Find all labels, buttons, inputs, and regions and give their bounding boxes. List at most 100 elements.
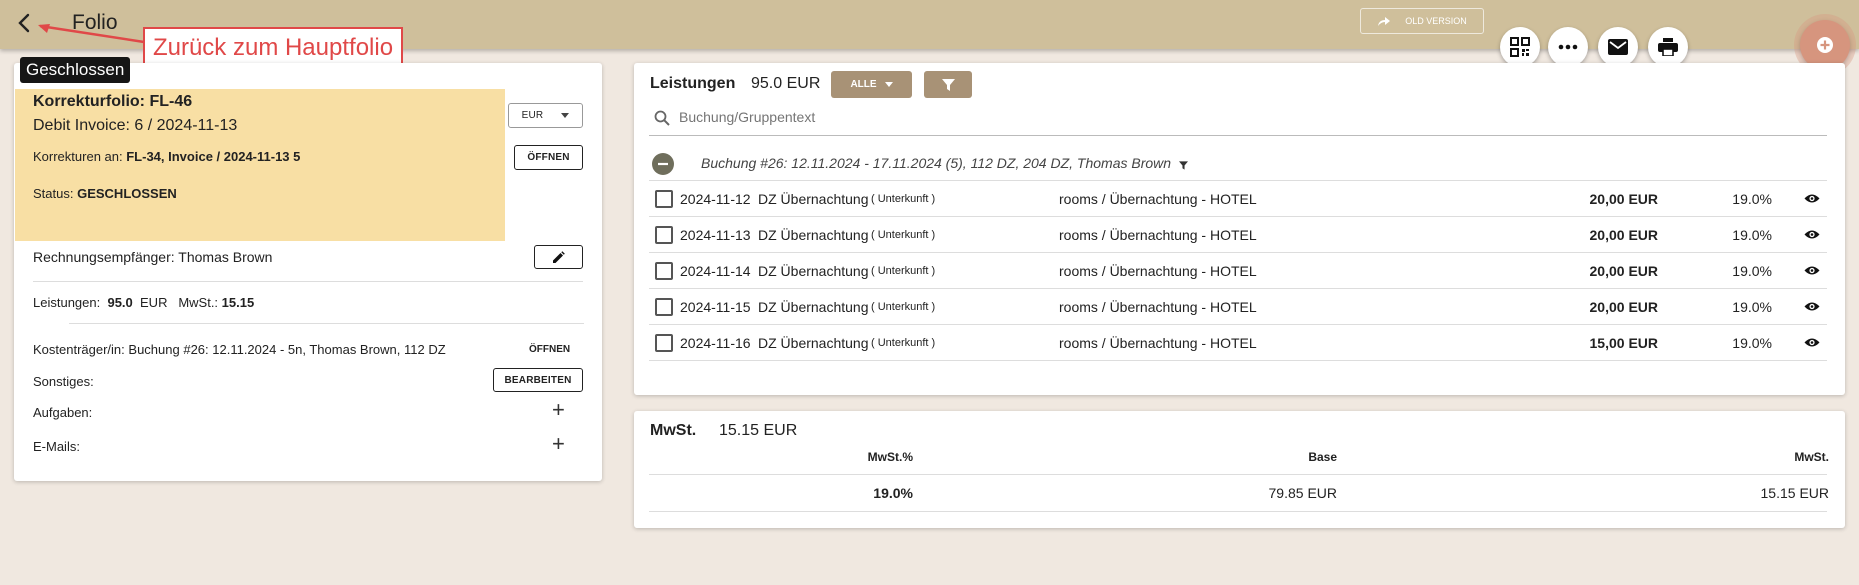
search-field[interactable] — [649, 98, 1827, 136]
services-card: Leistungen 95.0 EUR ALLE Buchung #26: 12… — [634, 63, 1845, 395]
services-summary: Leistungen: 95.0 EUR MwSt.: 15.15 — [33, 295, 254, 310]
add-task-icon[interactable]: + — [552, 397, 565, 423]
vat-total: 15.15 EUR — [719, 422, 798, 439]
row-vat: 19.0% — [1732, 191, 1772, 207]
mail-button[interactable] — [1598, 27, 1638, 67]
folio-title: Korrekturfolio: FL-46 — [33, 93, 193, 110]
recipient-label: Rechnungsempfänger: — [33, 249, 175, 265]
row-account: rooms / Übernachtung - HOTEL — [1059, 335, 1257, 351]
row-service-tag: ( Unterkunft ) — [871, 229, 936, 241]
recipient-row: Rechnungsempfänger: Thomas Brown — [33, 249, 272, 265]
row-account: rooms / Übernachtung - HOTEL — [1059, 191, 1257, 207]
cost-bearer-row: Kostenträger/in: Buchung #26: 12.11.2024… — [33, 342, 446, 357]
caret-down-icon — [884, 82, 893, 87]
status-label: Status: — [33, 186, 74, 201]
corrections-value: FL-34, Invoice / 2024-11-13 5 — [126, 149, 301, 164]
visibility-icon[interactable] — [1804, 193, 1820, 204]
cost-bearer-value: Buchung #26: 12.11.2024 - 5n, Thomas Bro… — [128, 342, 446, 357]
service-row[interactable]: 2024-11-13 DZ Übernachtung( Unterkunft ) r… — [649, 217, 1827, 253]
divider — [649, 474, 1827, 475]
more-button[interactable] — [1548, 27, 1588, 67]
vat-card: MwSt. 15.15 EUR MwSt.% Base MwSt. 19.0% … — [634, 411, 1845, 528]
filter-button[interactable] — [924, 71, 972, 98]
row-checkbox[interactable] — [655, 262, 673, 280]
edit-misc-button[interactable]: BEARBEITEN — [493, 368, 583, 392]
services-total: 95.0 EUR — [751, 75, 821, 92]
add-icon — [1817, 37, 1833, 53]
status-row: Status: GESCHLOSSEN — [33, 186, 177, 201]
service-row[interactable]: 2024-11-16 DZ Übernachtung( Unterkunft ) r… — [649, 325, 1827, 361]
open-invoice-button[interactable]: ÖFFNEN — [514, 145, 583, 170]
row-service-tag: ( Unterkunft ) — [871, 301, 936, 313]
folio-summary-card: Korrekturfolio: FL-46 Debit Invoice: 6 /… — [14, 63, 602, 481]
visibility-icon[interactable] — [1804, 229, 1820, 240]
visibility-icon[interactable] — [1804, 301, 1820, 312]
vat-title: MwSt. — [650, 422, 697, 439]
filter-all-dropdown[interactable]: ALLE — [831, 71, 912, 98]
cost-bearer-open-link[interactable]: ÖFFNEN — [529, 344, 570, 355]
row-service-name: DZ Übernachtung — [758, 299, 869, 315]
row-amount: 20,00 EUR — [1589, 191, 1658, 207]
divider — [649, 511, 1827, 512]
row-amount: 20,00 EUR — [1589, 227, 1658, 243]
booking-group-header[interactable]: Buchung #26: 12.11.2024 - 17.11.2024 (5)… — [649, 147, 1827, 181]
row-date: 2024-11-15 — [680, 299, 751, 315]
booking-group-label: Buchung #26: 12.11.2024 - 17.11.2024 (5)… — [701, 155, 1172, 171]
print-button[interactable] — [1648, 27, 1688, 67]
divider — [33, 281, 583, 282]
row-account: rooms / Übernachtung - HOTEL — [1059, 263, 1257, 279]
row-checkbox[interactable] — [655, 226, 673, 244]
currency-value: EUR — [521, 110, 544, 121]
filter-icon[interactable] — [1179, 161, 1188, 170]
service-row[interactable]: 2024-11-15 DZ Übernachtung( Unterkunft ) r… — [649, 289, 1827, 325]
service-row[interactable]: 2024-11-12 DZ Übernachtung( Unterkunft ) r… — [649, 181, 1827, 217]
search-input[interactable] — [679, 104, 1279, 130]
row-amount: 20,00 EUR — [1589, 299, 1658, 315]
mail-icon — [1608, 39, 1628, 55]
edit-recipient-button[interactable] — [534, 245, 583, 269]
row-service-name: DZ Übernachtung — [758, 227, 869, 243]
row-service-tag: ( Unterkunft ) — [871, 265, 936, 277]
services-value: 95.0 — [107, 295, 133, 310]
search-icon — [654, 110, 670, 126]
row-vat: 19.0% — [1732, 335, 1772, 351]
vat-amount-header: MwSt. — [1794, 450, 1829, 464]
row-vat: 19.0% — [1732, 227, 1772, 243]
row-checkbox[interactable] — [655, 334, 673, 352]
folio-header-panel — [15, 89, 505, 241]
collapse-icon[interactable] — [651, 152, 675, 176]
vat-label: MwSt.: — [178, 295, 219, 310]
vat-value: 15.15 — [221, 295, 255, 310]
services-title: Leistungen — [650, 75, 736, 92]
filter-icon — [941, 78, 955, 91]
debit-invoice: Debit Invoice: 6 / 2024-11-13 — [33, 117, 238, 134]
qr-code-button[interactable] — [1500, 27, 1540, 67]
print-icon — [1658, 38, 1678, 56]
currency-select[interactable]: EUR — [508, 103, 583, 128]
service-row[interactable]: 2024-11-14 DZ Übernachtung( Unterkunft ) r… — [649, 253, 1827, 289]
qr-code-icon — [1510, 37, 1530, 57]
more-icon — [1558, 44, 1578, 50]
row-checkbox[interactable] — [655, 298, 673, 316]
services-label: Leistungen: — [33, 295, 101, 310]
edit-icon — [553, 250, 565, 263]
status-value: GESCHLOSSEN — [77, 186, 177, 201]
add-email-icon[interactable]: + — [552, 431, 565, 457]
vat-rate-cell: 19.0% — [873, 485, 913, 501]
row-date: 2024-11-14 — [680, 263, 751, 279]
emails-label: E-Mails: — [33, 439, 80, 454]
row-service-name: DZ Übernachtung — [758, 263, 869, 279]
annotation-arrow — [38, 24, 145, 44]
vat-amount-cell: 15.15 EUR — [1760, 485, 1829, 501]
cost-bearer-label: Kostenträger/in: — [33, 342, 125, 357]
row-checkbox[interactable] — [655, 190, 673, 208]
old-version-button[interactable]: OLD VERSION — [1360, 8, 1484, 34]
visibility-icon[interactable] — [1804, 265, 1820, 276]
caret-down-icon — [561, 113, 570, 118]
row-service-name: DZ Übernachtung — [758, 191, 869, 207]
row-account: rooms / Übernachtung - HOTEL — [1059, 227, 1257, 243]
row-service-tag: ( Unterkunft ) — [871, 337, 936, 349]
row-service-tag: ( Unterkunft ) — [871, 193, 936, 205]
visibility-icon[interactable] — [1804, 337, 1820, 348]
row-amount: 20,00 EUR — [1589, 263, 1658, 279]
